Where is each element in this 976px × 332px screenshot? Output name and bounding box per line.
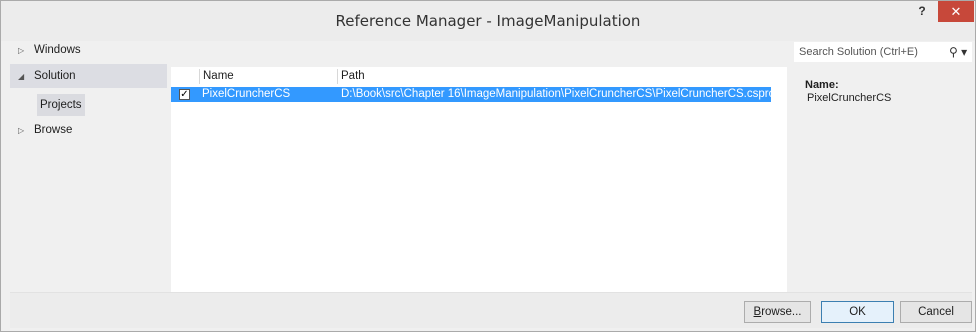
cancel-button[interactable]: Cancel [900, 301, 972, 323]
row-path: D:\Book\src\Chapter 16\ImageManipulation… [341, 88, 778, 100]
nav-item-browse[interactable]: ▷ Browse [10, 118, 167, 142]
search-input[interactable] [794, 42, 944, 62]
browse-label: rowse... [761, 306, 802, 318]
browse-button[interactable]: Browse... [744, 301, 811, 323]
window-title: Reference Manager - ImageManipulation [335, 12, 641, 30]
include-checkbox[interactable]: ✓ [179, 89, 190, 100]
nav-item-label: Solution [34, 70, 76, 82]
column-header-path[interactable]: Path [337, 69, 771, 84]
collapse-arrow-icon: ◢ [18, 72, 25, 81]
column-header-name[interactable]: Name [199, 69, 337, 84]
search-box[interactable]: ⚲ ▾ [793, 41, 973, 63]
search-icon[interactable]: ⚲ ▾ [949, 45, 971, 59]
expand-arrow-icon: ▷ [18, 46, 25, 55]
nav-subitem-projects[interactable]: Projects [37, 94, 85, 116]
row-name: PixelCruncherCS [202, 88, 291, 100]
details-name-value: PixelCruncherCS [807, 92, 892, 104]
dialog-footer: Browse... OK Cancel [10, 292, 972, 328]
ok-button[interactable]: OK [821, 301, 894, 323]
details-name-label: Name: [805, 79, 839, 91]
nav-item-windows[interactable]: ▷ Windows [10, 38, 167, 62]
help-button[interactable]: ? [909, 1, 935, 21]
title-bar[interactable]: Reference Manager - ImageManipulation ? … [1, 1, 975, 41]
nav-item-label: Windows [34, 44, 81, 56]
column-headers: Name Path [171, 69, 771, 84]
close-button[interactable]: ✕ [938, 1, 974, 22]
left-nav: ▷ Windows ◢ Solution Projects ▷ Browse [10, 38, 167, 292]
table-row[interactable]: ✓ PixelCruncherCS D:\Book\src\Chapter 16… [171, 87, 778, 102]
details-panel: Name: PixelCruncherCS [805, 79, 891, 104]
nav-item-label: Browse [34, 124, 73, 136]
reference-manager-window: Reference Manager - ImageManipulation ? … [0, 0, 976, 332]
nav-item-solution[interactable]: ◢ Solution [10, 64, 167, 88]
expand-arrow-icon: ▷ [18, 126, 25, 135]
